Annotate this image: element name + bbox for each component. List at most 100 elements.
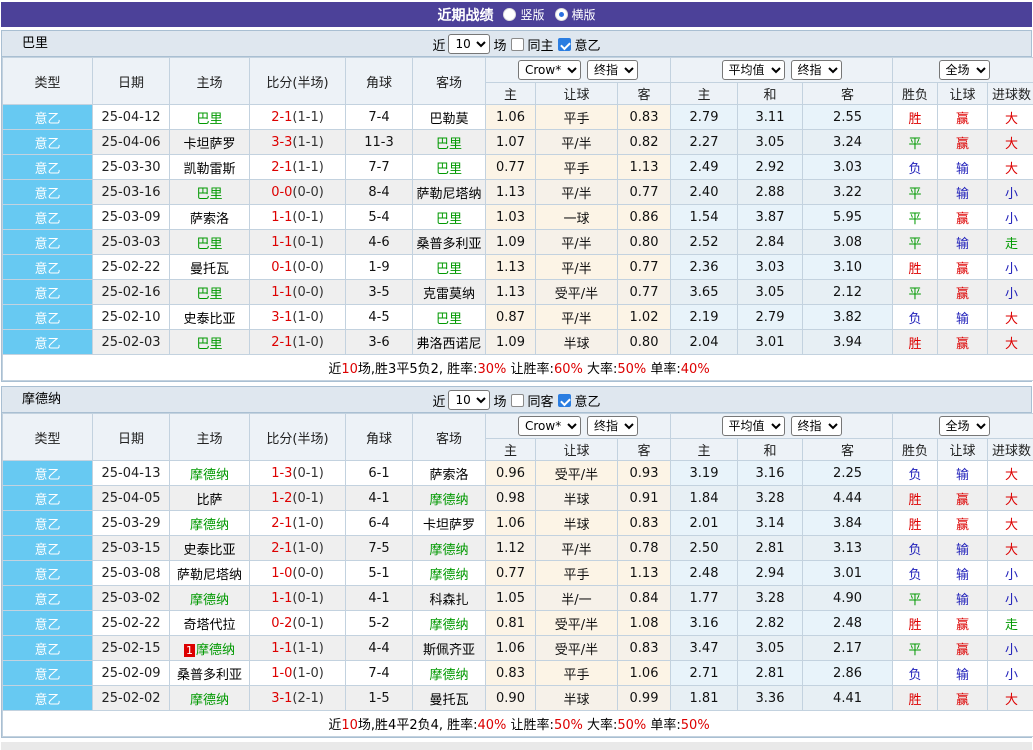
fulltime-score: 1-1 [271, 235, 292, 250]
recent-count-select[interactable]: 10 [448, 34, 490, 54]
sub-header-avg-draw: 和 [738, 439, 803, 461]
radio-icon-horizontal[interactable] [555, 8, 568, 21]
result-cell: 平 [893, 205, 938, 230]
score-cell: 3-1(2-1) [250, 686, 346, 711]
halftime-score: (1-1) [292, 641, 323, 656]
result-cell: 胜 [893, 511, 938, 536]
summary-row: 近10场,胜3平5负2, 胜率:30% 让胜率:60% 大率:50% 单率:40… [3, 355, 1033, 381]
summary-segment: 50% [617, 718, 646, 733]
col-header-corner: 角球 [346, 414, 413, 461]
away-team-cell: 曼托瓦 [413, 686, 486, 711]
sub-header-handicap-result: 让球 [938, 83, 988, 105]
layout-radio-horizontal[interactable]: 横版 [555, 6, 596, 23]
league-type-cell: 意乙 [3, 686, 93, 711]
handicap-result-cell: 赢 [938, 130, 988, 155]
halftime-score: (1-0) [292, 516, 323, 531]
match-date-cell: 25-02-22 [93, 255, 170, 280]
score-cell: 1-3(0-1) [250, 461, 346, 486]
away-team-name: 卡坦萨罗 [423, 518, 475, 533]
summary-segment: 50% [681, 718, 710, 733]
league-checkbox[interactable] [558, 38, 571, 51]
handicap-result-cell: 输 [938, 461, 988, 486]
league-type-cell: 意乙 [3, 180, 93, 205]
results-table: 类型 日期 主场 比分(半场) 角球 客场 Crow* 终指 平均值 [2, 413, 1033, 737]
handicap-cell: 平/半 [536, 180, 618, 205]
handicap-result-cell: 赢 [938, 511, 988, 536]
odds-group-header: Crow* 终指 [486, 58, 671, 83]
odds-home-cell: 1.03 [486, 205, 536, 230]
recent-count-select[interactable]: 10 [448, 390, 490, 410]
match-date-cell: 25-03-30 [93, 155, 170, 180]
odds-away-cell: 0.91 [618, 486, 671, 511]
avg-home-cell: 2.79 [671, 105, 738, 130]
league-label: 意乙 [575, 391, 601, 410]
handicap-cell: 半球 [536, 486, 618, 511]
match-row: 意乙25-04-05比萨1-2(0-1)4-1摩德纳0.98半球0.911.84… [3, 486, 1033, 511]
halftime-score: (0-1) [292, 491, 323, 506]
layout-radio-vertical[interactable]: 竖版 [503, 6, 544, 23]
result-cell: 负 [893, 461, 938, 486]
league-type-cell: 意乙 [3, 511, 93, 536]
handicap-result-cell: 赢 [938, 611, 988, 636]
filter-controls: 近 10 场 同主 意乙 [2, 31, 1031, 57]
avg-away-cell: 3.22 [803, 180, 893, 205]
fulltime-group-header: 全场 [893, 414, 1033, 439]
average-select[interactable]: 平均值 [722, 60, 785, 80]
home-team-name: 摩德纳 [190, 693, 229, 708]
corner-cell: 4-5 [346, 305, 413, 330]
col-header-corner: 角球 [346, 58, 413, 105]
bottom-strip [1, 742, 1032, 750]
result-cell: 胜 [893, 105, 938, 130]
home-team-cell: 摩德纳 [170, 461, 250, 486]
result-cell: 平 [893, 280, 938, 305]
avg-away-cell: 3.03 [803, 155, 893, 180]
away-team-name: 巴勒莫 [429, 112, 468, 127]
avg-away-cell: 2.86 [803, 661, 893, 686]
home-team-name: 摩德纳 [190, 593, 229, 608]
avg-away-cell: 3.01 [803, 561, 893, 586]
bookmaker-select[interactable]: Crow* [518, 60, 581, 80]
average-select[interactable]: 平均值 [722, 416, 785, 436]
match-date-cell: 25-03-16 [93, 180, 170, 205]
away-team-cell: 摩德纳 [413, 611, 486, 636]
result-cell: 胜 [893, 611, 938, 636]
home-team-cell: 凯勒雷斯 [170, 155, 250, 180]
odds-home-cell: 0.77 [486, 561, 536, 586]
odds-home-cell: 1.07 [486, 130, 536, 155]
sub-header-handicap: 让球 [536, 439, 618, 461]
halftime-score: (0-1) [292, 210, 323, 225]
league-type-cell: 意乙 [3, 305, 93, 330]
goals-result-cell: 小 [988, 280, 1033, 305]
handicap-result-cell: 输 [938, 230, 988, 255]
goals-result-cell: 大 [988, 461, 1033, 486]
odds-stage-select[interactable]: 终指 [587, 416, 638, 436]
bookmaker-select[interactable]: Crow* [518, 416, 581, 436]
odds-stage-select[interactable]: 终指 [587, 60, 638, 80]
score-cell: 1-0(1-0) [250, 661, 346, 686]
handicap-cell: 平/半 [536, 536, 618, 561]
match-date-cell: 25-02-03 [93, 330, 170, 355]
handicap-result-cell: 赢 [938, 486, 988, 511]
avg-draw-cell: 3.01 [738, 330, 803, 355]
league-checkbox[interactable] [558, 394, 571, 407]
fulltime-select[interactable]: 全场 [939, 416, 990, 436]
league-type-cell: 意乙 [3, 536, 93, 561]
summary-segment: 40% [478, 718, 507, 733]
home-team-cell: 曼托瓦 [170, 255, 250, 280]
average-stage-select[interactable]: 终指 [791, 60, 842, 80]
col-header-home: 主场 [170, 58, 250, 105]
handicap-cell: 平手 [536, 105, 618, 130]
col-header-date: 日期 [93, 414, 170, 461]
summary-row: 近10场,胜4平2负4, 胜率:40% 让胜率:50% 大率:50% 单率:50… [3, 711, 1033, 737]
avg-draw-cell: 2.79 [738, 305, 803, 330]
same-side-checkbox[interactable] [511, 394, 524, 407]
summary-segment: 10 [341, 718, 358, 733]
avg-home-cell: 2.50 [671, 536, 738, 561]
score-cell: 1-1(0-1) [250, 586, 346, 611]
fulltime-select[interactable]: 全场 [939, 60, 990, 80]
radio-icon-vertical[interactable] [503, 8, 516, 21]
handicap-result-cell: 输 [938, 305, 988, 330]
average-stage-select[interactable]: 终指 [791, 416, 842, 436]
away-team-name: 萨索洛 [429, 468, 468, 483]
same-side-checkbox[interactable] [511, 38, 524, 51]
